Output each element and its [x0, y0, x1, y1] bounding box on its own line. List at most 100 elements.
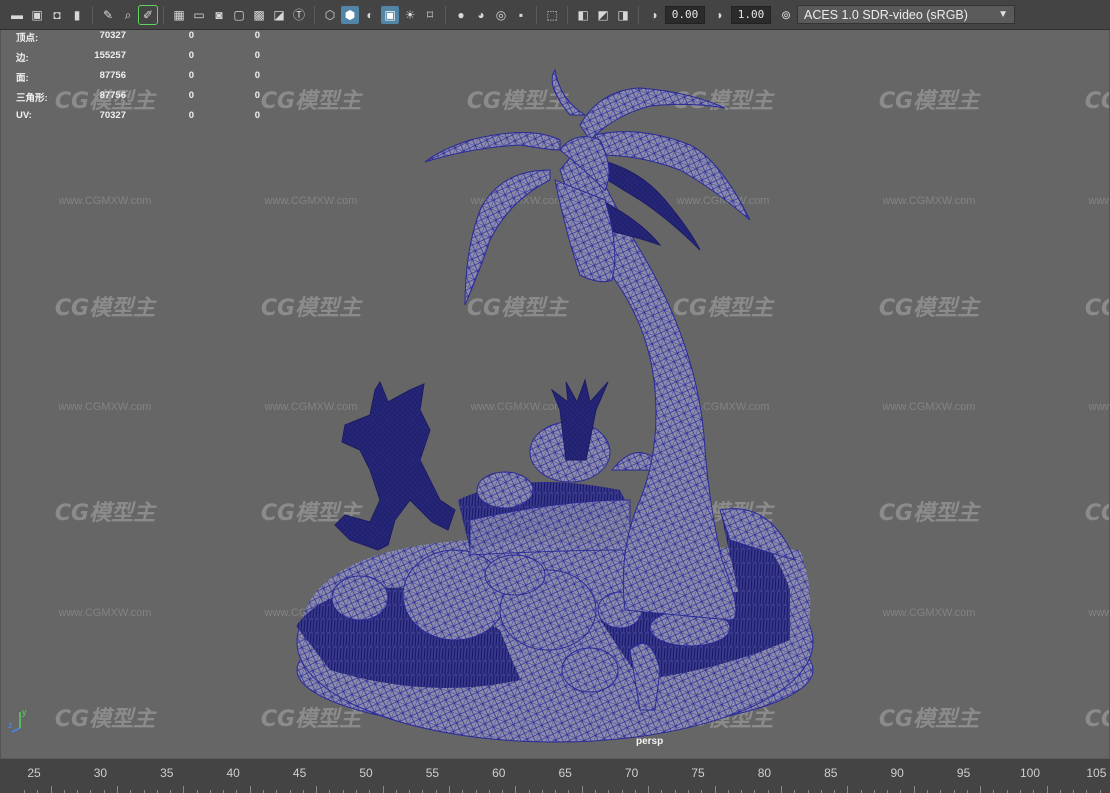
hud-value: 70327 [99, 110, 126, 121]
timeline-tick [980, 786, 982, 793]
anti-aliasing-icon[interactable]: ◎ [492, 6, 510, 24]
perspective-viewport[interactable]: CG模型主CG模型主CG模型主CG模型主CG模型主CG模型主CG模型主CG模型主… [0, 30, 1110, 758]
shadows-icon[interactable]: ⌑ [421, 6, 439, 24]
paint-brush-icon[interactable]: ✐ [138, 4, 158, 25]
timeline-tick [116, 786, 118, 793]
hud-value: 0 [254, 70, 260, 81]
timeline-tick [913, 786, 915, 793]
toolbar-divider [445, 5, 446, 24]
timeline-tick [780, 786, 782, 793]
image-plane-icon[interactable]: ⌕ [119, 6, 137, 24]
hud-row-uvs: UV: 70327 0 0 [16, 110, 276, 130]
timeline-tick-label: 35 [160, 766, 174, 780]
timeline-tick [183, 786, 185, 793]
time-slider-track[interactable]: 25 30 35 40 45 50 55 60 65 70 75 80 85 90 95 100 105 [0, 759, 1110, 793]
hud-value: 0 [254, 50, 260, 61]
timeline-tick [448, 786, 450, 793]
camera-lock-icon[interactable]: ◘ [48, 6, 66, 24]
safe-action-icon[interactable]: ◪ [270, 6, 288, 24]
hud-value: 0 [188, 70, 194, 81]
depth-of-field-icon[interactable]: ▪ [512, 6, 530, 24]
view-transform-icon[interactable]: ⊚ [777, 6, 795, 24]
axis-z-label: z [8, 720, 13, 730]
hud-label: UV: [16, 110, 32, 121]
timeline-tick-label: 100 [1019, 766, 1041, 780]
smooth-shade-icon[interactable]: ⬢ [341, 5, 359, 24]
resolution-gate-icon[interactable]: ◙ [210, 6, 228, 24]
timeline-tick [847, 786, 849, 793]
hud-value: 0 [188, 30, 194, 41]
timeline-tick-label: 60 [492, 766, 506, 780]
xray-joints-icon[interactable]: ◩ [594, 6, 612, 24]
hud-row-triangles: 三角形: 87756 0 0 [16, 90, 276, 110]
timeline-tick-label: 95 [956, 766, 971, 780]
viewport-toolbar: ▬ ▣ ◘ ▮ ✎ ⌕ ✐ ▦ ▭ ◙ ▢ ▩ ◪ Ⓣ ⬡ ⬢ ◐ ▣ ☀ ⌑ … [0, 0, 1110, 30]
timeline-tick-label: 105 [1086, 766, 1107, 780]
exposure-icon[interactable]: ◑ [645, 6, 663, 24]
isolate-select-icon[interactable]: ⬚ [543, 6, 561, 24]
toolbar-divider [567, 5, 568, 24]
timeline-tick [581, 786, 583, 793]
hud-label: 边: [16, 53, 29, 64]
safe-title-icon[interactable]: Ⓣ [290, 6, 308, 24]
backface-icon[interactable]: ◨ [614, 6, 632, 24]
xray-icon[interactable]: ◧ [574, 6, 592, 24]
lights-icon[interactable]: ☀ [401, 6, 419, 24]
field-chart-icon[interactable]: ▩ [250, 6, 268, 24]
hud-label: 面: [16, 73, 29, 84]
model-wireframe[interactable] [0, 30, 1110, 758]
textured-icon[interactable]: ▣ [381, 5, 399, 24]
hud-value: 87756 [99, 90, 126, 101]
timeline-tick-label: 75 [691, 766, 705, 780]
hud-row-edges: 边: 155257 0 0 [16, 50, 276, 70]
hud-label: 三角形: [16, 93, 48, 104]
film-gate-icon[interactable]: ▭ [190, 6, 208, 24]
axis-y-label: y [22, 707, 27, 717]
creature-figure [334, 380, 456, 551]
hud-value: 0 [188, 90, 194, 101]
timeline-tick [1046, 786, 1048, 793]
hud-value: 0 [254, 30, 260, 41]
gamma-field[interactable]: 1.00 [731, 5, 771, 24]
timeline-tick-label: 30 [93, 766, 108, 780]
grid-icon[interactable]: ▦ [170, 6, 188, 24]
motion-blur-icon[interactable]: ◕ [472, 6, 490, 24]
hud-value: 0 [254, 90, 260, 101]
gate-mask-icon[interactable]: ▢ [230, 6, 248, 24]
wireframe-icon[interactable]: ⬡ [321, 6, 339, 24]
timeline-tick [515, 786, 517, 793]
screen-space-ao-icon[interactable]: ● [452, 6, 470, 24]
exposure-field[interactable]: 0.00 [665, 5, 705, 24]
timeline-tick-label: 70 [624, 766, 639, 780]
hud-value: 70327 [99, 30, 126, 41]
timeline-tick [316, 786, 318, 793]
camera-icon[interactable]: ▬ [8, 6, 26, 24]
chevron-down-icon: ▼ [998, 9, 1008, 20]
toolbar-divider [163, 5, 164, 24]
camera-attributes-icon[interactable]: ▣ [28, 6, 46, 24]
timeline-tick [382, 786, 384, 793]
gamma-icon[interactable]: ◗ [711, 6, 729, 24]
camera-name-label: persp [636, 736, 664, 747]
bookmark-icon[interactable]: ▮ [68, 6, 86, 24]
color-space-dropdown[interactable]: ACES 1.0 SDR-video (sRGB) ▼ [797, 5, 1015, 24]
hud-value: 87756 [99, 70, 126, 81]
hud-row-faces: 面: 87756 0 0 [16, 70, 276, 90]
timeline-tick-label: 85 [824, 766, 838, 780]
timeline-tick-label: 25 [27, 766, 41, 780]
time-slider[interactable]: 25 30 35 40 45 50 55 60 65 70 75 80 85 90 95 100 105 [0, 758, 1110, 793]
hud-value: 0 [188, 110, 194, 121]
shaded-wireframe-icon[interactable]: ◐ [361, 6, 379, 24]
hud-row-vertices: 顶点: 70327 0 0 [16, 30, 276, 50]
toolbar-divider [92, 5, 93, 24]
timeline-tick-label: 45 [292, 766, 307, 780]
timeline-tick-label: 55 [425, 766, 440, 780]
grease-pencil-icon[interactable]: ✎ [99, 6, 117, 24]
timeline-tick-label: 40 [226, 766, 240, 780]
timeline-tick [648, 786, 650, 793]
hud-value: 0 [254, 110, 260, 121]
timeline-tick [249, 786, 251, 793]
hud-label: 顶点: [16, 33, 39, 44]
timeline-tick-label: 50 [359, 766, 373, 780]
timeline-tick-label: 80 [757, 766, 772, 780]
